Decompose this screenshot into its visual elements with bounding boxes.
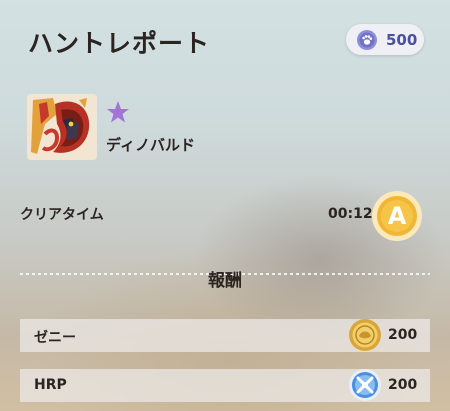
reward-label: HRP xyxy=(34,377,67,393)
purple-star-icon xyxy=(107,101,129,123)
page-title: ハントレポート xyxy=(28,29,211,58)
reward-amount: 200 xyxy=(388,327,418,343)
reward-amount: 200 xyxy=(388,377,418,393)
dinovaldo-monster-icon xyxy=(27,94,97,160)
rank-a-badge: A xyxy=(372,191,422,241)
reward-row-zenny: ゼニー 200 xyxy=(20,319,430,352)
clear-time-label: クリアタイム xyxy=(20,207,104,223)
monster-name: ディノバルド xyxy=(106,136,195,154)
zenny-coin-icon xyxy=(349,319,381,351)
currency-badge[interactable]: 500 xyxy=(346,24,424,55)
hrp-emblem-icon xyxy=(349,369,381,401)
reward-section-title: 報酬 xyxy=(208,271,242,291)
currency-value: 500 xyxy=(386,30,418,49)
paw-gem-icon xyxy=(357,29,377,50)
rank-letter: A xyxy=(388,202,407,230)
reward-label: ゼニー xyxy=(34,330,76,346)
reward-row-hrp: HRP 200 xyxy=(20,369,430,402)
clear-time-value: 00:12 xyxy=(328,206,373,222)
